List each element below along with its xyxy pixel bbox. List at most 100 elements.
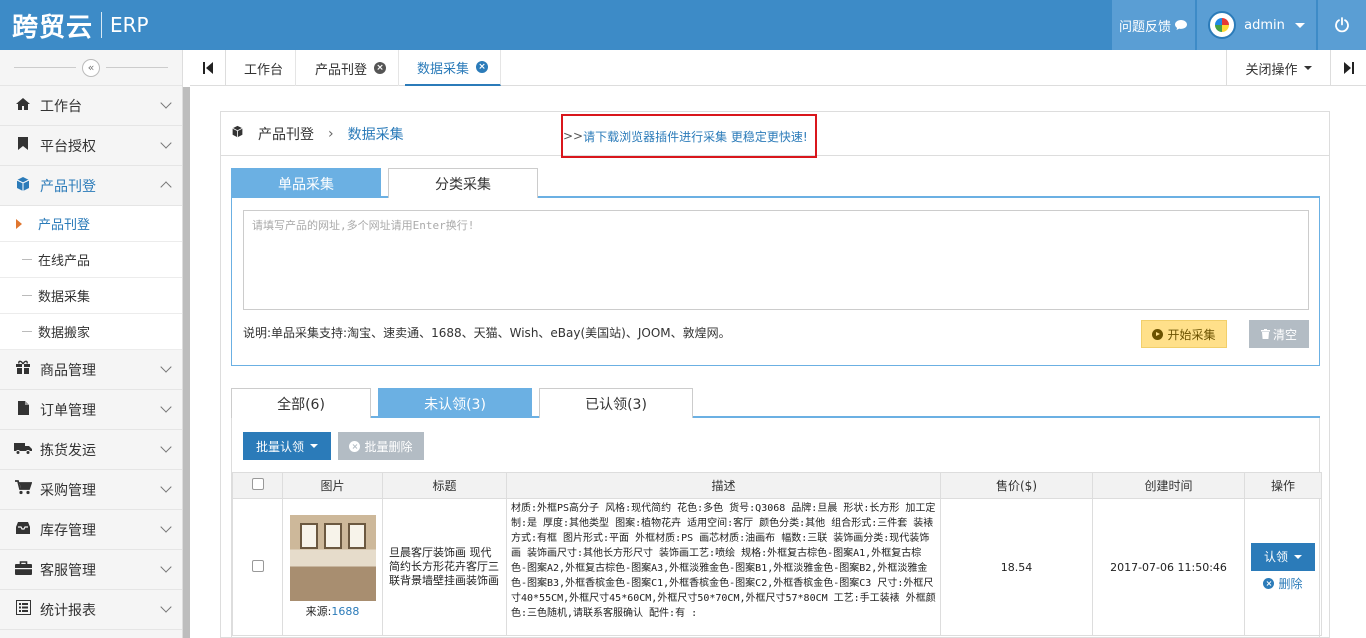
chevron-down-icon [160, 561, 172, 573]
play-circle-icon [1152, 328, 1164, 340]
active-indicator-icon [16, 219, 22, 229]
sidebar-item-orders[interactable]: 订单管理 [0, 390, 182, 430]
sidebar-item-label: 库存管理 [40, 522, 96, 539]
app-logo[interactable]: 跨贸云 ERP [12, 6, 149, 44]
plugin-note-prefix: >> [563, 129, 584, 143]
tab-scroll-left-button[interactable] [190, 50, 226, 86]
chevron-down-icon [160, 601, 172, 613]
sidebar-item-label: 客服管理 [40, 562, 96, 579]
clear-button[interactable]: 清空 [1249, 320, 1309, 348]
column-header: 操作 [1244, 472, 1322, 499]
source-label: 来源: [305, 605, 332, 618]
sidebar-collapse-row: « [0, 50, 182, 86]
sidebar-subitem-label: 数据采集 [38, 290, 91, 305]
logout-button[interactable] [1318, 0, 1366, 50]
tab-scroll-right-button[interactable] [1330, 50, 1366, 86]
sidebar-item-workbench[interactable]: 工作台 [0, 86, 182, 126]
logo-divider [101, 12, 103, 38]
sidebar-item-purchase[interactable]: 采购管理 [0, 470, 182, 510]
image-cell: 来源:1688 [282, 498, 383, 636]
chevron-up-icon [160, 181, 172, 193]
chevron-down-icon [1303, 66, 1312, 70]
batch-delete-label: 批量删除 [364, 439, 413, 454]
chevron-down-icon [160, 481, 172, 493]
close-operations-dropdown[interactable]: 关闭操作 [1226, 50, 1330, 86]
plugin-download-notice[interactable]: >> 请下载浏览器插件进行采集 更稳定更快速! [561, 114, 817, 158]
main-content: 产品刊登 › 数据采集 单品采集 分类采集 >> 请下载浏览器插件进行采集 更稳… [190, 87, 1366, 638]
breadcrumb-separator: › [328, 125, 334, 142]
user-name: admin [1244, 17, 1285, 33]
column-header: 图片 [282, 472, 383, 499]
list-icon [14, 600, 32, 619]
sidebar-item-platform-auth[interactable]: 平台授权 [0, 126, 182, 166]
tab-workbench[interactable]: 工作台 [232, 50, 297, 86]
tab-unclaimed[interactable]: 未认领(3) [378, 388, 532, 418]
row-select-cell [232, 498, 283, 636]
close-circle-icon: × [349, 440, 361, 452]
sidebar-subitem-online-products[interactable]: 在线产品 [0, 242, 182, 278]
feedback-label: 问题反馈 [1118, 19, 1171, 35]
product-thumbnail[interactable] [289, 515, 376, 601]
batch-claim-button[interactable]: 批量认领 [243, 432, 331, 460]
top-header: 跨贸云 ERP 问题反馈 admin [0, 0, 1366, 50]
power-icon [1335, 17, 1349, 33]
sidebar-item-label: 订单管理 [40, 402, 96, 419]
tab-single-collect[interactable]: 单品采集 [231, 168, 381, 198]
sidebar-subitem-data-collect[interactable]: 数据采集 [0, 278, 182, 314]
select-all-checkbox[interactable] [251, 478, 264, 490]
inbox-icon [14, 521, 32, 539]
tab-all[interactable]: 全部(6) [231, 388, 371, 418]
sidebar-item-goods[interactable]: 商品管理 [0, 350, 182, 390]
start-collect-button[interactable]: 开始采集 [1141, 320, 1227, 348]
feedback-button[interactable]: 问题反馈 [1112, 0, 1196, 50]
sidebar-item-inventory[interactable]: 库存管理 [0, 510, 182, 550]
sidebar-item-picking[interactable]: 拣货发运 [0, 430, 182, 470]
sidebar-item-product-listing[interactable]: 产品刊登 [0, 166, 182, 206]
chevron-down-icon [160, 521, 172, 533]
chevron-down-icon [160, 97, 172, 109]
logo-sub: ERP [110, 13, 149, 37]
tab-category-collect[interactable]: 分类采集 [388, 168, 538, 198]
breadcrumb-parent[interactable]: 产品刊登 [258, 124, 314, 144]
plugin-download-link[interactable]: 请下载浏览器插件进行采集 更稳定更快速! [583, 128, 808, 145]
trash-icon [1260, 329, 1270, 339]
sidebar-subitem-label: 数据搬家 [38, 326, 91, 341]
sidebar-scrollbar[interactable] [183, 87, 190, 638]
row-checkbox[interactable] [251, 559, 264, 572]
tab-product-listing[interactable]: 产品刊登 × [303, 50, 400, 86]
close-icon[interactable]: × [476, 61, 489, 73]
cart-icon [14, 480, 32, 499]
sidebar-item-label: 拣货发运 [40, 442, 96, 459]
source-link[interactable]: 1688 [331, 605, 359, 618]
column-header: 售价($) [940, 472, 1093, 499]
sidebar-subitem-product-listing[interactable]: 产品刊登 [0, 206, 182, 242]
created-time-cell: 2017-07-06 11:50:46 [1092, 498, 1245, 636]
product-url-input[interactable] [243, 210, 1309, 310]
chevron-down-icon [160, 361, 172, 373]
tab-label: 数据采集 [417, 61, 470, 77]
sidebar-subitem-data-move[interactable]: 数据搬家 [0, 314, 182, 350]
cube-icon [14, 176, 32, 196]
tab-data-collect[interactable]: 数据采集 × [405, 50, 502, 86]
tab-claimed[interactable]: 已认领(3) [539, 388, 693, 418]
sidebar-item-label: 产品刊登 [40, 178, 96, 195]
chevron-down-icon [160, 441, 172, 453]
delete-link[interactable]: × 删除 [1245, 575, 1321, 592]
tree-line [22, 295, 32, 296]
page-tab-strip: 工作台 产品刊登 × 数据采集 × 关闭操作 [190, 50, 1366, 86]
tab-label: 单品采集 [278, 176, 334, 193]
batch-delete-button[interactable]: × 批量删除 [338, 432, 424, 460]
user-menu[interactable]: admin [1197, 0, 1317, 50]
bookmark-icon [14, 136, 32, 155]
tree-line [22, 259, 32, 260]
clear-label: 清空 [1272, 327, 1297, 342]
close-icon[interactable]: × [374, 62, 387, 74]
collect-mode-tabs: 单品采集 分类采集 [231, 168, 1320, 198]
logo-text: 跨贸云 [12, 12, 94, 43]
sidebar-item-reports[interactable]: 统计报表 [0, 590, 182, 630]
collapse-sidebar-icon[interactable]: « [82, 58, 100, 77]
table-row: 来源:1688 旦晨客厅装饰画 现代简约长方形花卉客厅三联背景墙壁挂画装饰画 材… [232, 498, 1322, 636]
claim-button[interactable]: 认领 [1251, 542, 1315, 571]
sidebar-item-customer-service[interactable]: 客服管理 [0, 550, 182, 590]
column-header: 标题 [382, 472, 507, 499]
